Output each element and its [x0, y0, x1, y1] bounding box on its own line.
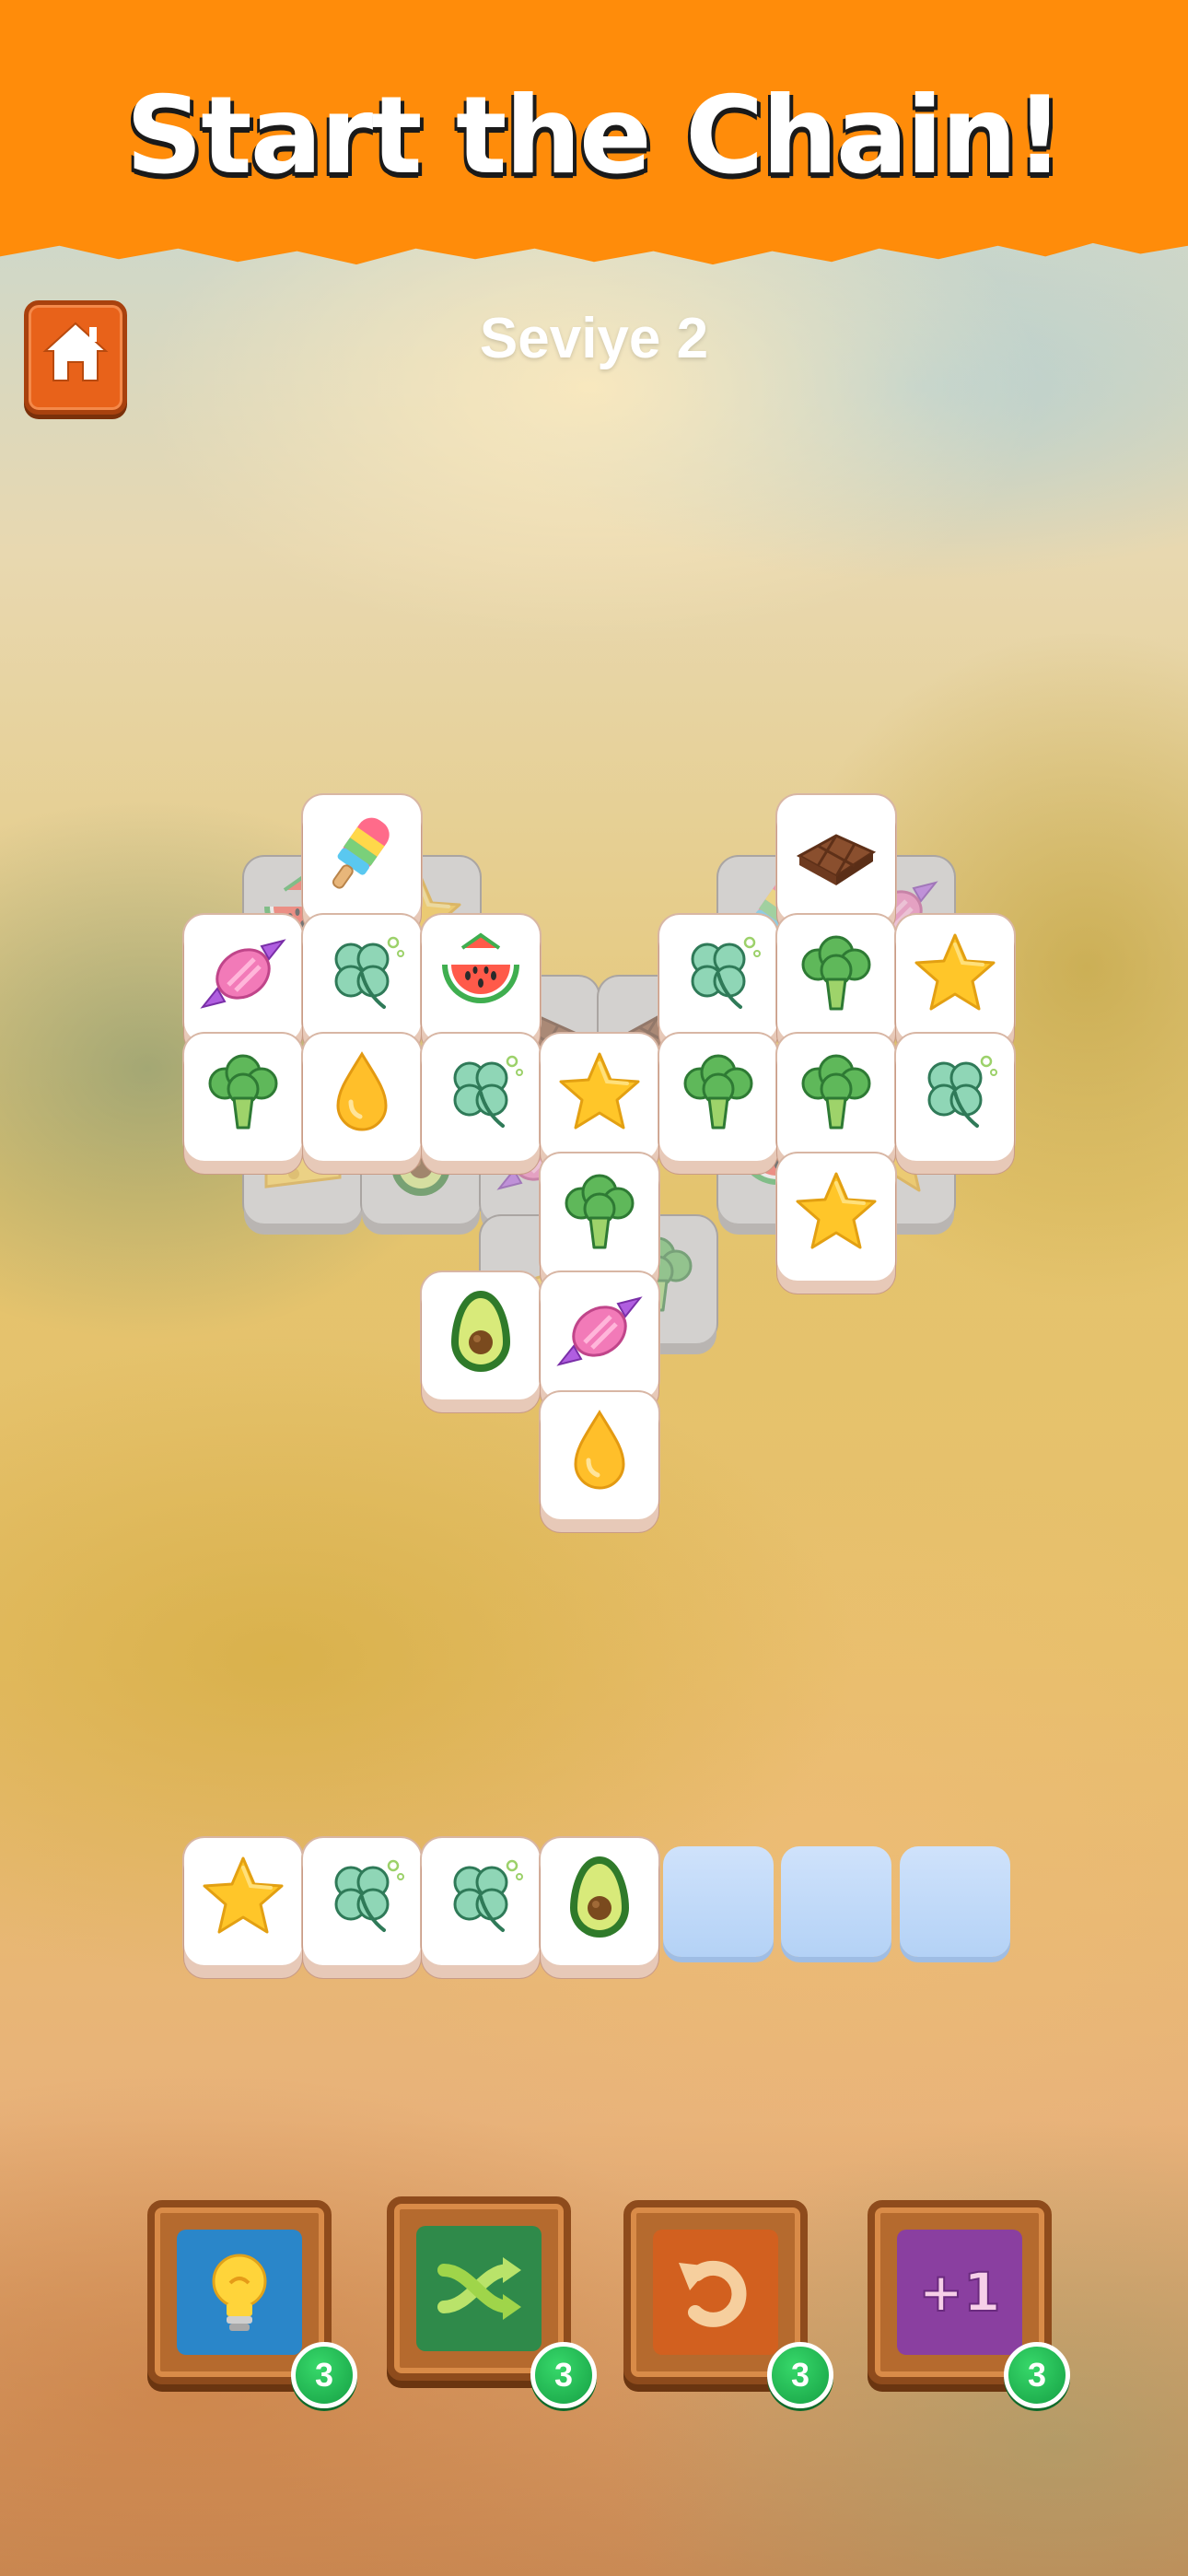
undo-button[interactable]: 3	[623, 2200, 833, 2408]
avocado-icon	[435, 1285, 527, 1377]
tile-broccoli[interactable]	[777, 915, 895, 1042]
tile-clover[interactable]	[422, 1034, 540, 1161]
extra-slot-button[interactable]: +1 3	[868, 2200, 1070, 2408]
tray-tile-star	[184, 1838, 302, 1965]
svg-text:+1: +1	[919, 2261, 1001, 2324]
clover-icon	[316, 928, 408, 1020]
tray-tile-clover	[422, 1838, 540, 1965]
tile-broccoli[interactable]	[184, 1034, 302, 1161]
tile-candy[interactable]	[541, 1272, 658, 1399]
tile-clover[interactable]	[659, 915, 777, 1042]
clover-icon	[435, 1047, 527, 1139]
star-icon	[197, 1851, 289, 1943]
tile-candy[interactable]	[184, 915, 302, 1042]
undo-count-badge: 3	[767, 2342, 833, 2408]
candy-icon	[197, 928, 289, 1020]
tile-star[interactable]	[777, 1153, 895, 1281]
broccoli-icon	[553, 1166, 646, 1259]
broccoli-icon	[790, 1047, 882, 1139]
shuffle-icon	[437, 2257, 521, 2320]
tile-popsicle[interactable]	[303, 795, 421, 922]
tray-tile-avocado	[541, 1838, 658, 1965]
chocolate-icon	[790, 808, 882, 900]
tile-clover[interactable]	[303, 915, 421, 1042]
tile-star[interactable]	[896, 915, 1014, 1042]
broccoli-icon	[672, 1047, 764, 1139]
tile-clover[interactable]	[896, 1034, 1014, 1161]
tile-broccoli[interactable]	[541, 1153, 658, 1281]
popsicle-icon	[316, 808, 408, 900]
star-icon	[553, 1047, 646, 1139]
avocado-icon	[553, 1851, 646, 1943]
tray-tile-clover	[303, 1838, 421, 1965]
tile-watermelon[interactable]	[422, 915, 540, 1042]
shuffle-count-badge: 3	[530, 2342, 597, 2408]
tile-chocolate[interactable]	[777, 795, 895, 922]
tile-avocado[interactable]	[422, 1272, 540, 1399]
clover-icon	[435, 1851, 527, 1943]
broccoli-icon	[790, 928, 882, 1020]
candy-icon	[553, 1285, 646, 1377]
banner-title: Start the Chain!	[125, 74, 1065, 198]
clover-icon	[672, 928, 764, 1020]
shuffle-button[interactable]: 3	[387, 2196, 597, 2408]
oil-drop-icon	[553, 1405, 646, 1497]
tray-empty-slot	[781, 1846, 891, 1957]
tray-empty-slot	[663, 1846, 774, 1957]
star-icon	[790, 1166, 882, 1259]
tile-star[interactable]	[541, 1034, 658, 1161]
star-icon	[909, 928, 1001, 1020]
hint-count-badge: 3	[291, 2342, 357, 2408]
tile-oil-drop[interactable]	[541, 1392, 658, 1519]
undo-icon	[679, 2260, 747, 2327]
broccoli-icon	[197, 1047, 289, 1139]
level-label: Seviye 2	[479, 307, 709, 370]
plus-one-icon: +1	[918, 2260, 1002, 2324]
clover-icon	[909, 1047, 1001, 1139]
watermelon-icon	[435, 928, 527, 1020]
tray-empty-slot	[900, 1846, 1010, 1957]
tile-oil-drop[interactable]	[303, 1034, 421, 1161]
extra-slot-count-badge: 3	[1004, 2342, 1070, 2408]
clover-icon	[316, 1851, 408, 1943]
tile-broccoli[interactable]	[659, 1034, 777, 1161]
tile-broccoli[interactable]	[777, 1034, 895, 1161]
hint-button[interactable]: 3	[147, 2200, 357, 2408]
oil-drop-icon	[316, 1047, 408, 1139]
lightbulb-icon	[212, 2254, 267, 2331]
